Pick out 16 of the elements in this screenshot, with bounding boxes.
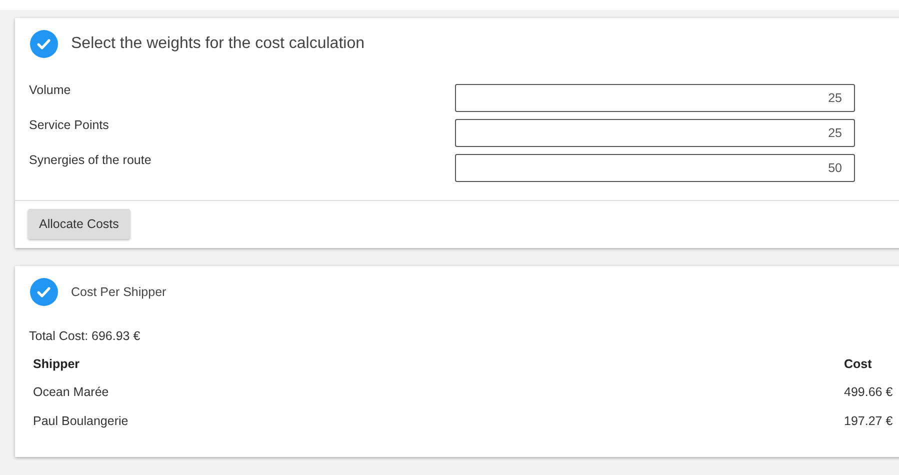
field-label: Synergies of the route: [29, 153, 152, 167]
field-label: Volume: [29, 83, 72, 97]
table-cell-text: 499.66 €: [843, 384, 894, 401]
column-header: Shipper: [32, 356, 81, 373]
table-cell-text: Ocean Marée: [32, 384, 110, 401]
card-title: Cost Per Shipper: [71, 285, 166, 299]
allocate-button[interactable]: Allocate Costs: [28, 209, 130, 239]
input-field[interactable]: 25: [455, 119, 855, 147]
table-cell-text: 197.27 €: [843, 413, 894, 430]
input-field[interactable]: 25: [455, 84, 855, 112]
input-field[interactable]: 50: [455, 154, 855, 182]
table-cell-text: Paul Boulangerie: [32, 413, 130, 430]
field-label: Service Points: [29, 118, 110, 132]
total-cost: Total Cost: 696.93 €: [28, 328, 142, 343]
column-header: Cost: [843, 356, 873, 373]
card-title: Select the weights for the cost calculation: [71, 35, 364, 53]
